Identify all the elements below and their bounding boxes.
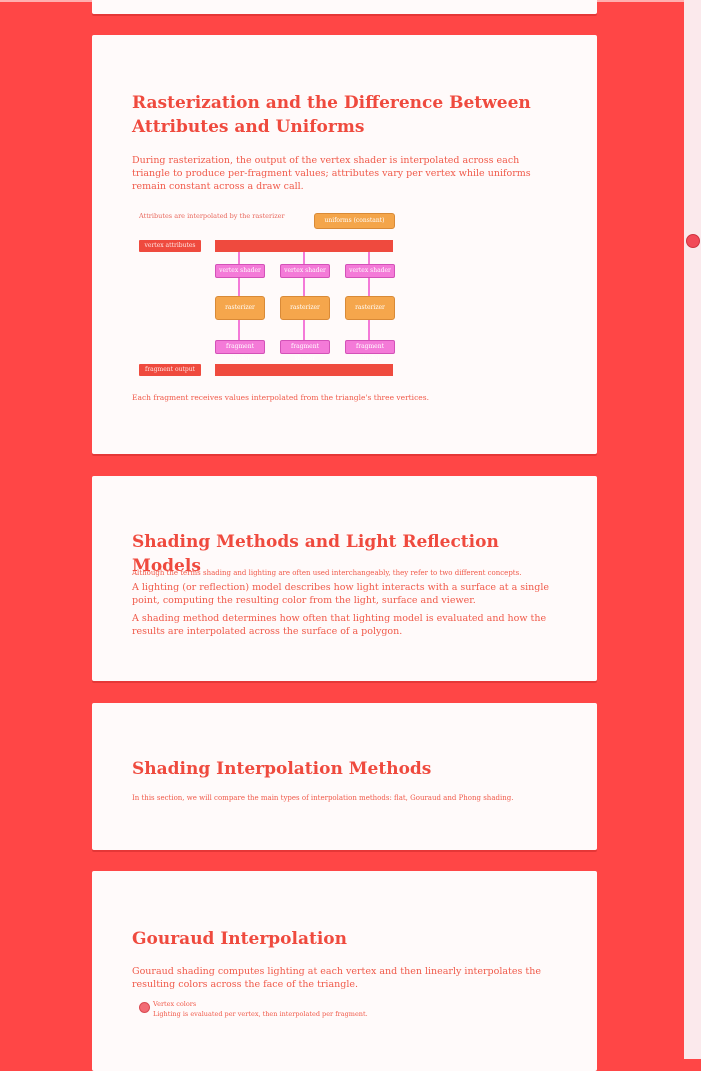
connector [238,252,240,264]
vertex-shader-box: vertex shader [215,264,265,278]
scrollbar-thumb[interactable] [686,234,700,248]
section-paragraph: During rasterization, the output of the … [132,155,531,192]
scrollbar-track[interactable] [684,0,701,1059]
section-paragraph: Gouraud shading computes lighting at eac… [132,966,541,990]
rasterizer-box: rasterizer [280,296,330,320]
connector [238,278,240,296]
previous-card [92,0,597,14]
section-paragraph: A lighting (or reflection) model describ… [132,582,550,606]
rasterizer-box: rasterizer [215,296,265,320]
diagram-note: Each fragment receives values interpolat… [132,393,429,402]
card-gouraud: Gouraud Interpolation Gouraud shading co… [92,871,597,1071]
bullet-description: Lighting is evaluated per vertex, then i… [153,1010,368,1018]
connector [303,252,305,264]
connector [238,320,240,340]
fragment-shader-box: fragment shader [345,340,395,362]
fragment-shader-box: fragment shader [215,340,265,362]
connector [368,278,370,296]
connector [368,252,370,264]
fragment-shader-box: fragment shader [280,340,330,362]
input-bar [215,240,393,252]
card-rasterization: Rasterization and the Difference Between… [92,35,597,454]
uniforms-button[interactable]: uniforms (constant) [314,213,395,229]
bullet-title: Vertex colors [153,1000,197,1008]
connector [368,320,370,340]
section-title: Rasterization and the Difference Between… [132,93,531,137]
output-label: fragment output [139,364,201,376]
section-intro: Although the terms shading and lighting … [132,569,522,577]
bullet-dot-icon [139,1002,150,1013]
attributes-label: vertex attributes [139,240,201,252]
section-title: Gouraud Interpolation [132,929,347,949]
section-paragraph: In this section, we will compare the mai… [132,794,514,802]
output-bar [215,364,393,376]
section-paragraph: A shading method determines how often th… [132,613,547,637]
section-title: Shading Interpolation Methods [132,759,432,779]
vertex-shader-box: vertex shader [345,264,395,278]
connector [303,278,305,296]
vertex-shader-box: vertex shader [280,264,330,278]
bullet-text: Vertex colors Lighting is evaluated per … [153,999,368,1019]
card-interpolation-methods: Shading Interpolation Methods In this se… [92,703,597,850]
connector [303,320,305,340]
diagram-caption: Attributes are interpolated by the raste… [139,212,285,220]
rasterizer-box: rasterizer [345,296,395,320]
card-shading-methods: Shading Methods and Light Reflection Mod… [92,476,597,681]
